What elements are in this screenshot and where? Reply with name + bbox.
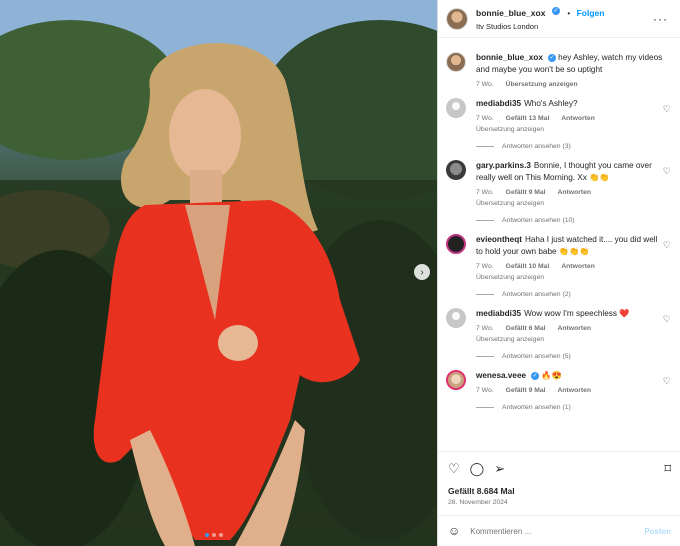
commenter-avatar[interactable] <box>446 98 466 118</box>
view-replies-button[interactable]: Antworten ansehen (5) <box>476 353 666 360</box>
separator-dot: • <box>567 8 571 18</box>
verified-badge-icon: ✓ <box>551 7 560 16</box>
comment-text: 🔥😍 <box>541 371 562 380</box>
comment-time: 7 Wo. <box>476 263 494 270</box>
comment-item: wenesa.veee ✓ 🔥😍 7 Wo. Gefällt 9 Mal Antw… <box>446 370 673 411</box>
comment-like-heart-icon[interactable]: ♡ <box>663 104 671 115</box>
view-replies-button[interactable]: Antworten ansehen (3) <box>476 143 666 150</box>
more-options-icon[interactable]: ··· <box>653 12 668 26</box>
comment-username[interactable]: evieontheqt <box>476 235 522 244</box>
comment-text: Wow wow I'm speechless ❤️ <box>524 309 630 318</box>
comment-time: 7 Wo. <box>476 387 494 394</box>
share-send-icon[interactable]: ➢ <box>494 461 505 477</box>
post-location[interactable]: Itv Studios London <box>476 20 604 33</box>
reply-button[interactable]: Antworten <box>561 263 595 270</box>
comment-likes[interactable]: Gefällt 6 Mal <box>506 325 546 332</box>
comment-item: gary.parkins.3 Bonnie, I thought you came… <box>446 160 673 224</box>
emoji-picker-icon[interactable]: ☺ <box>448 524 460 538</box>
comment-time: 7 Wo. <box>476 325 494 332</box>
add-comment-bar: ☺ Posten <box>438 515 680 546</box>
comment-text: Who's Ashley? <box>524 99 578 108</box>
commenter-avatar[interactable] <box>446 160 466 180</box>
commenter-avatar[interactable] <box>446 234 466 254</box>
carousel-indicator <box>205 533 223 537</box>
verified-badge-icon: ✓ <box>531 371 540 380</box>
post-comment-button[interactable]: Posten <box>644 527 671 536</box>
carousel-dot <box>205 533 209 537</box>
comment-likes[interactable]: Gefällt 9 Mal <box>506 387 546 394</box>
comment-bubble-icon[interactable]: ◯ <box>470 461 485 477</box>
comment-username[interactable]: wenesa.veee <box>476 371 526 380</box>
view-replies-button[interactable]: Antworten ansehen (1) <box>476 404 666 411</box>
carousel-dot <box>212 533 216 537</box>
comment-time: 7 Wo. <box>476 115 494 122</box>
comment-time: 7 Wo. <box>476 189 494 196</box>
post-date: 26. November 2024 <box>448 499 508 506</box>
commenter-avatar[interactable] <box>446 370 466 390</box>
comment-likes[interactable]: Gefällt 10 Mal <box>506 263 550 270</box>
caption-translate-link[interactable]: Übersetzung anzeigen <box>506 81 578 88</box>
caption-username[interactable]: bonnie_blue_xox <box>476 53 543 62</box>
view-replies-button[interactable]: Antworten ansehen (10) <box>476 217 666 224</box>
comment-likes[interactable]: Gefällt 9 Mal <box>506 189 546 196</box>
carousel-dot <box>219 533 223 537</box>
comment-input[interactable] <box>470 526 631 536</box>
comment-like-heart-icon[interactable]: ♡ <box>663 376 671 387</box>
caption-text: bonnie_blue_xox ✓ hey Ashley, watch my vi… <box>476 52 666 76</box>
commenter-avatar[interactable] <box>446 308 466 328</box>
verified-badge-icon: ✓ <box>547 53 556 62</box>
comment-username[interactable]: gary.parkins.3 <box>476 161 531 170</box>
translate-link[interactable]: Übersetzung anzeigen <box>476 200 666 207</box>
likes-count[interactable]: Gefällt 8.684 Mal <box>448 486 671 496</box>
translate-link[interactable]: Übersetzung anzeigen <box>476 336 666 343</box>
post-header: bonnie_blue_xox ✓ • Folgen Itv Studios L… <box>438 0 680 38</box>
comments-list[interactable]: bonnie_blue_xox ✓ hey Ashley, watch my vi… <box>438 42 680 450</box>
comment-like-heart-icon[interactable]: ♡ <box>663 240 671 251</box>
bookmark-icon[interactable]: ⌑ <box>664 461 671 477</box>
author-username[interactable]: bonnie_blue_xox <box>476 8 545 18</box>
post-actions: ♡ ◯ ➢ ⌑ Gefällt 8.684 Mal 26. November 2… <box>438 451 680 511</box>
comment-item: evieontheqt Haha I just watched it.... yo… <box>446 234 673 298</box>
translate-link[interactable]: Übersetzung anzeigen <box>476 274 666 281</box>
reply-button[interactable]: Antworten <box>557 189 591 196</box>
comment-username[interactable]: mediabdi35 <box>476 99 521 108</box>
caption-meta: 7 Wo. Übersetzung anzeigen <box>476 81 666 88</box>
reply-button[interactable]: Antworten <box>557 387 591 394</box>
comment-item: mediabdi35 Wow wow I'm speechless ❤️ 7 Wo… <box>446 308 673 360</box>
follow-button[interactable]: Folgen <box>577 8 605 18</box>
reply-button[interactable]: Antworten <box>561 115 595 122</box>
author-avatar[interactable] <box>446 52 466 72</box>
view-replies-button[interactable]: Antworten ansehen (2) <box>476 291 666 298</box>
comment-username[interactable]: mediabdi35 <box>476 309 521 318</box>
comment-likes[interactable]: Gefällt 13 Mal <box>506 115 550 122</box>
comment-like-heart-icon[interactable]: ♡ <box>663 166 671 177</box>
author-avatar[interactable] <box>446 7 468 30</box>
comment-item: mediabdi35 Who's Ashley? 7 Wo. Gefällt 13… <box>446 98 673 150</box>
like-heart-icon[interactable]: ♡ <box>448 461 460 477</box>
post-photo <box>0 0 437 546</box>
post-image[interactable]: › <box>0 0 437 546</box>
caption: bonnie_blue_xox ✓ hey Ashley, watch my vi… <box>446 52 673 88</box>
translate-link[interactable]: Übersetzung anzeigen <box>476 126 666 133</box>
reply-button[interactable]: Antworten <box>557 325 591 332</box>
comment-like-heart-icon[interactable]: ♡ <box>663 314 671 325</box>
caption-time: 7 Wo. <box>476 81 494 88</box>
post-sidebar: bonnie_blue_xox ✓ • Folgen Itv Studios L… <box>437 0 680 546</box>
next-image-button[interactable]: › <box>414 264 430 280</box>
